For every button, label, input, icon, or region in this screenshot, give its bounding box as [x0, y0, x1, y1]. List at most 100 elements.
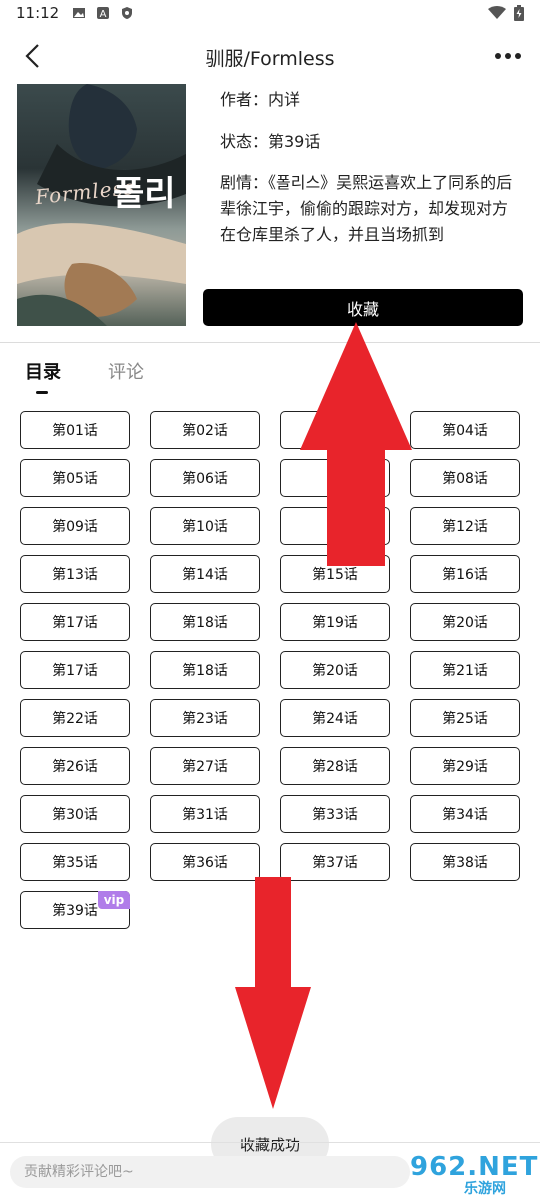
chapter-label: 第08话 [442, 471, 488, 487]
tab-comments[interactable]: 评论 [108, 358, 144, 384]
chapter-button[interactable]: 第22话 [20, 699, 130, 737]
chapter-button[interactable]: 第18话 [150, 651, 260, 689]
chapter-button[interactable]: 第19话 [280, 603, 390, 641]
chapter-button[interactable]: 第31话 [150, 795, 260, 833]
plot-text: 剧情：《폴리스》吴熙运喜欢上了同系的后辈徐江宇，偷偷的跟踪对方，却发现对方在仓库… [220, 173, 513, 244]
chapter-label: 第39话 [52, 903, 98, 919]
chapter-button[interactable]: 第14话 [150, 555, 260, 593]
chapter-label: 第05话 [52, 471, 98, 487]
chapter-button[interactable]: 第20话 [280, 651, 390, 689]
arrow-up-annotation [300, 322, 412, 566]
chapter-button[interactable]: 第33话 [280, 795, 390, 833]
chapter-label: 第19话 [312, 615, 358, 631]
chapter-label: 第38话 [442, 855, 488, 871]
chapter-button[interactable]: 第17话 [20, 651, 130, 689]
chapter-label: 第31话 [182, 807, 228, 823]
cover-title-glyph: 폴리 [113, 174, 176, 214]
chapter-label: 第23话 [182, 711, 228, 727]
chapter-button[interactable]: 第06话 [150, 459, 260, 497]
chapter-label: 第18话 [182, 663, 228, 679]
status-notification-icons: A [72, 6, 134, 20]
chapter-label: 第33话 [312, 807, 358, 823]
chapter-button[interactable]: 第17话 [20, 603, 130, 641]
chapter-button[interactable]: 第16话 [410, 555, 520, 593]
chapter-label: 第15话 [312, 567, 358, 583]
chapter-label: 第36话 [182, 855, 228, 871]
header-bar: 驯服/Formless [0, 30, 540, 84]
chapter-button[interactable]: 第18话 [150, 603, 260, 641]
chapter-button[interactable]: 第01话 [20, 411, 130, 449]
image-icon [73, 8, 85, 18]
chapter-button[interactable]: 第27话 [150, 747, 260, 785]
chapter-button[interactable]: 第36话 [150, 843, 260, 881]
chapter-button[interactable]: 第28话 [280, 747, 390, 785]
chapter-label: 第22话 [52, 711, 98, 727]
chapter-button[interactable]: 第29话 [410, 747, 520, 785]
chapter-label: 第24话 [312, 711, 358, 727]
chapter-label: 第29话 [442, 759, 488, 775]
vip-badge: vip [98, 891, 130, 909]
watermark-sub-text: 乐游网 [464, 1181, 506, 1197]
chapter-label: 第34话 [442, 807, 488, 823]
battery-icon [514, 5, 524, 21]
chapter-button[interactable]: 第35话 [20, 843, 130, 881]
chapter-label: 第12话 [442, 519, 488, 535]
chapter-button[interactable]: 第20话 [410, 603, 520, 641]
arrow-down-annotation [235, 877, 311, 1109]
chapter-label: 第25话 [442, 711, 488, 727]
chapter-label: 第20话 [312, 663, 358, 679]
chapter-button[interactable]: 第08话 [410, 459, 520, 497]
chapter-button[interactable]: 第04话 [410, 411, 520, 449]
chapter-button[interactable]: 第09话 [20, 507, 130, 545]
svg-text:A: A [100, 9, 107, 20]
comic-cover-image: Formless 폴리 [17, 84, 186, 326]
wifi-icon [488, 6, 506, 19]
chapter-label: 第01话 [52, 423, 98, 439]
chapter-label: 第16话 [442, 567, 488, 583]
chapter-button[interactable]: 第13话 [20, 555, 130, 593]
chapter-label: 第14话 [182, 567, 228, 583]
chapter-button[interactable]: 第05话 [20, 459, 130, 497]
collect-button[interactable]: 收藏 [203, 289, 523, 326]
chapter-button[interactable]: 第34话 [410, 795, 520, 833]
chapter-label: 第30话 [52, 807, 98, 823]
site-watermark-logo: 962.NET 乐游网 [404, 1150, 540, 1200]
chapter-label: 第06话 [182, 471, 228, 487]
chapter-label: 第17话 [52, 663, 98, 679]
chapter-button[interactable]: 第24话 [280, 699, 390, 737]
chapter-button[interactable]: 第25话 [410, 699, 520, 737]
chapter-button[interactable]: 第38话 [410, 843, 520, 881]
shield-icon [122, 7, 132, 19]
chapter-button[interactable]: 第37话 [280, 843, 390, 881]
chapter-button[interactable]: 第21话 [410, 651, 520, 689]
more-dots-icon [495, 53, 521, 59]
chapter-button[interactable]: 第30话 [20, 795, 130, 833]
chapter-label: 第37话 [312, 855, 358, 871]
more-options-button[interactable] [490, 38, 526, 74]
chapter-label: 第20话 [442, 615, 488, 631]
status-text: 状态：第39话 [220, 132, 321, 151]
bottom-divider [0, 1142, 540, 1143]
tab-catalog[interactable]: 目录 [25, 358, 61, 384]
tab-active-indicator [36, 391, 48, 394]
chapter-button[interactable]: 第12话 [410, 507, 520, 545]
page-title: 驯服/Formless [205, 48, 335, 70]
chapter-button[interactable]: 第26话 [20, 747, 130, 785]
chapter-label: 第17话 [52, 615, 98, 631]
chapter-button[interactable]: 第39话 vip [20, 891, 130, 929]
chapter-label: 第10话 [182, 519, 228, 535]
app-a-icon: A [97, 7, 109, 20]
chapter-label: 第02话 [182, 423, 228, 439]
status-system-icons [488, 5, 524, 21]
status-time: 11:12 [16, 4, 60, 22]
chapter-label: 第27话 [182, 759, 228, 775]
chapter-button[interactable]: 第02话 [150, 411, 260, 449]
chapter-label: 第18话 [182, 615, 228, 631]
chapter-label: 第21话 [442, 663, 488, 679]
chapter-label: 第04话 [442, 423, 488, 439]
chapter-button[interactable]: 第23话 [150, 699, 260, 737]
comment-input[interactable] [10, 1156, 410, 1188]
section-divider [0, 342, 540, 343]
author-text: 作者：内详 [220, 90, 301, 109]
chapter-button[interactable]: 第10话 [150, 507, 260, 545]
